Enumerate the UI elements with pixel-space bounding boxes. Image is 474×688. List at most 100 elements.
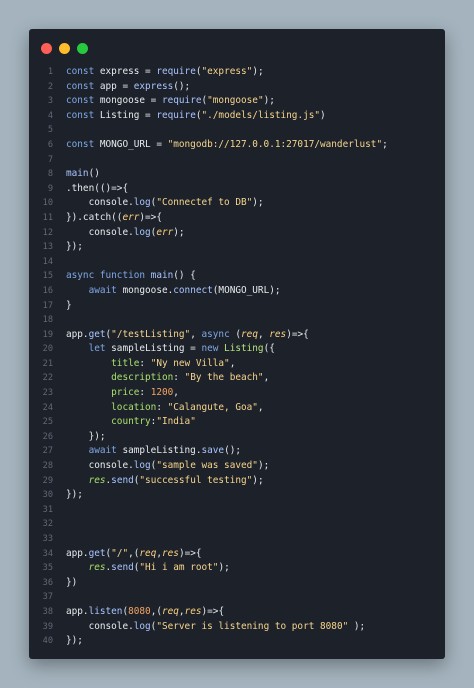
line-code: app.listen(8080,(req,res)=>{ <box>66 605 224 620</box>
line-number: 35 <box>42 563 53 574</box>
code-token: mongoose. <box>122 284 174 296</box>
code-token: express <box>133 80 174 92</box>
code-window: 1 const express = require("express"); 2 con… <box>29 29 445 659</box>
line-number: 4 <box>47 110 53 121</box>
code-token: (MONGO_URL); <box>212 284 281 296</box>
code-line: 18 <box>29 313 445 328</box>
code-line: 32 <box>29 517 445 532</box>
code-token: await <box>88 445 123 457</box>
code-line: 35 res.send("Hi i am root"); <box>29 561 445 576</box>
code-token: require <box>156 109 196 121</box>
code-token: console. <box>66 197 134 209</box>
code-line: 22 description: "By the beach", <box>29 371 445 386</box>
code-line: 9 .then(()=>{ <box>29 182 445 197</box>
line-code: app.get("/testListing", async (req, res)… <box>66 328 309 343</box>
line-number: 33 <box>42 534 53 544</box>
code-line: 12 console.log(err); <box>29 226 445 241</box>
code-token: req <box>161 605 179 617</box>
code-token: app = <box>99 80 134 92</box>
minimize-dot-icon[interactable] <box>59 43 70 54</box>
line-code: const app = express(); <box>66 80 190 95</box>
code-token: "successful testing" <box>139 474 253 486</box>
code-token: : <box>139 387 151 399</box>
code-token: await <box>88 284 123 296</box>
line-number: 15 <box>42 271 53 282</box>
line-number: 40 <box>42 636 53 647</box>
code-token: description <box>111 372 174 384</box>
code-token: "Ny new Villa" <box>150 357 230 369</box>
line-code: .then(()=>{ <box>66 182 128 197</box>
close-dot-icon[interactable] <box>41 43 52 54</box>
line-number: 1 <box>47 67 53 77</box>
code-token: ); <box>252 66 264 77</box>
code-token: listen <box>88 605 123 617</box>
line-code: let sampleListing = new Listing({ <box>66 342 275 357</box>
code-token: res <box>184 605 202 617</box>
code-line: 7 <box>29 153 445 168</box>
code-token: "sample was saved" <box>156 460 258 472</box>
line-code: res.send("successful testing"); <box>66 474 264 489</box>
code-token: async <box>201 328 236 340</box>
code-token: mongoose = <box>99 95 162 107</box>
code-line: 30}); <box>29 488 445 503</box>
line-code: res.send("Hi i am root"); <box>66 561 230 576</box>
code-line: 28 console.log("sample was saved"); <box>29 459 445 474</box>
line-number: 36 <box>42 577 53 588</box>
line-code: }) <box>66 576 77 591</box>
code-token: const <box>66 109 100 121</box>
line-code: location: "Calangute, Goa", <box>66 401 263 416</box>
code-line: 4 const Listing = require("./models/listi… <box>29 109 445 124</box>
maximize-dot-icon[interactable] <box>77 43 88 54</box>
code-editor: 1 const express = require("express"); 2 con… <box>29 65 445 649</box>
code-line: 31 <box>29 503 445 518</box>
code-line: 37 <box>29 590 445 605</box>
line-code: await sampleListing.save(); <box>66 444 241 459</box>
code-line: 15 async function main() { <box>29 269 445 284</box>
line-number: 23 <box>42 388 53 399</box>
code-token: app. <box>66 547 89 559</box>
code-token: "express" <box>201 66 253 77</box>
code-line: 33 <box>29 532 445 547</box>
code-token: connect <box>173 284 213 296</box>
code-token: err <box>122 211 140 223</box>
code-token: .then(()=>{ <box>66 182 129 194</box>
code-token: , <box>257 328 270 340</box>
code-token: log <box>133 620 151 632</box>
code-token: (); <box>224 445 241 457</box>
code-token: console. <box>66 226 134 238</box>
code-token: ,( <box>128 547 140 559</box>
line-code: price: 1200, <box>66 386 179 401</box>
code-token: "mongodb://127.0.0.1:27017/wanderlust" <box>167 138 383 150</box>
line-code: console.log("Connectef to DB"); <box>66 196 264 211</box>
code-token: , <box>190 328 202 340</box>
code-token: "India" <box>156 416 196 428</box>
code-token: main <box>66 168 89 180</box>
code-line: 2 const app = express(); <box>29 80 445 95</box>
code-token: ); <box>252 474 264 486</box>
code-token: "/testListing" <box>111 328 191 340</box>
code-token: get <box>88 328 106 340</box>
code-token: log <box>133 197 151 209</box>
line-number: 27 <box>42 446 53 457</box>
line-code: console.log("Server is listening to port… <box>66 620 366 635</box>
code-token: )=>{ <box>178 547 202 559</box>
line-number: 21 <box>42 358 53 369</box>
code-token: () <box>88 168 100 180</box>
code-token: country <box>111 416 151 428</box>
code-token: sampleListing = <box>111 343 202 355</box>
line-number: 14 <box>42 256 53 267</box>
line-number: 20 <box>42 344 53 355</box>
line-number: 5 <box>47 125 53 136</box>
code-line: 29 res.send("successful testing"); <box>29 474 445 489</box>
line-number: 29 <box>42 475 53 486</box>
code-line: 40}); <box>29 634 445 649</box>
line-number: 34 <box>42 548 53 559</box>
code-token: log <box>133 226 151 238</box>
line-code: }).catch((err)=>{ <box>66 211 162 226</box>
code-token: Listing = <box>99 109 157 121</box>
